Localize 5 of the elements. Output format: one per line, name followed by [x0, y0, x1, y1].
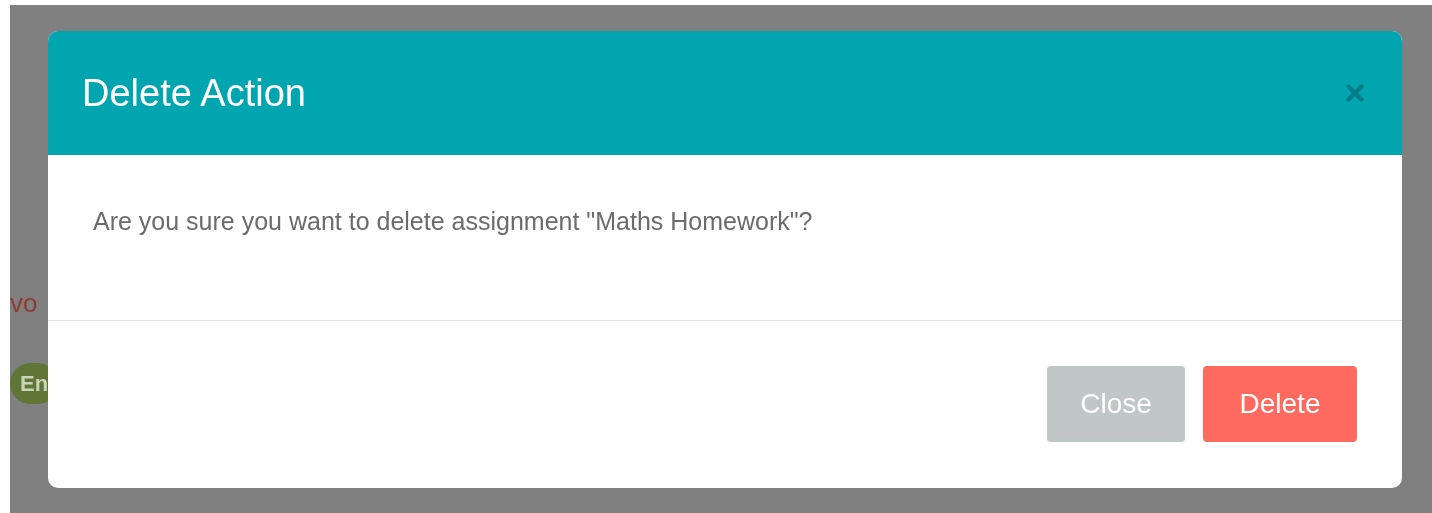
close-button[interactable]: Close: [1047, 366, 1185, 442]
delete-button[interactable]: Delete: [1203, 366, 1357, 442]
heading-fragment: vo: [10, 287, 39, 320]
confirmation-message: Are you sure you want to delete assignment "Maths Homework"?: [93, 206, 814, 237]
dialog-title: Delete Action: [82, 70, 306, 116]
